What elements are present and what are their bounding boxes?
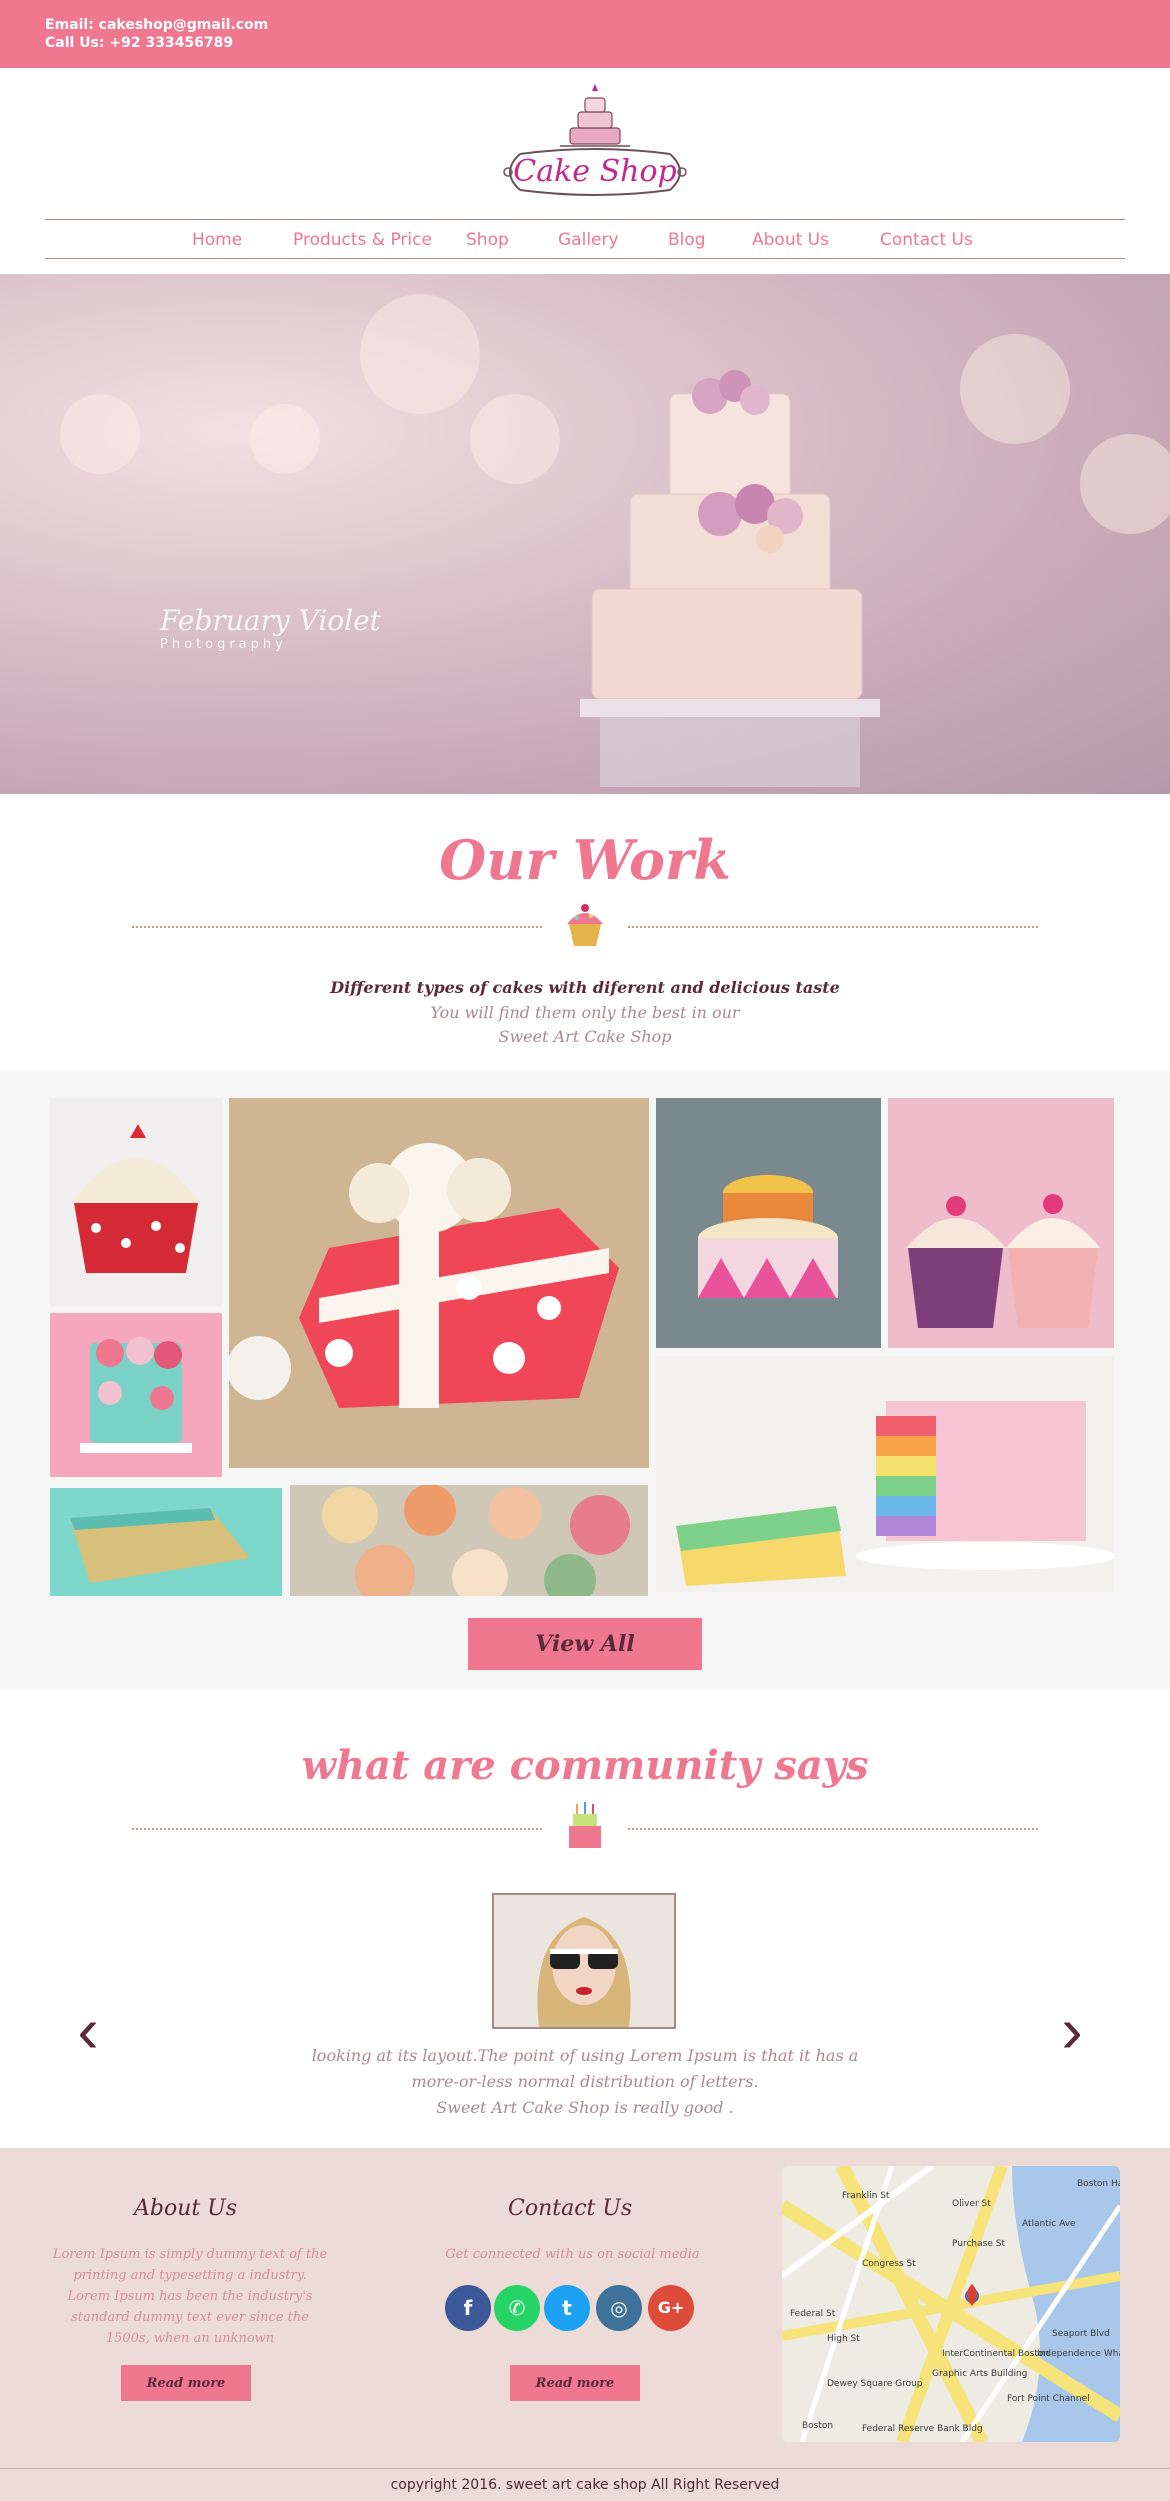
map-label: InterContinental Boston xyxy=(942,2349,1049,2359)
map-label: Fort Point Channel xyxy=(1007,2394,1090,2404)
our-work-divider-right xyxy=(628,926,1038,928)
view-all-button[interactable]: View All xyxy=(468,1618,702,1670)
map-label: Oliver St xyxy=(952,2199,991,2209)
map-label: Graphic Arts Building xyxy=(932,2369,1027,2379)
gallery-mint-cake[interactable] xyxy=(50,1488,282,1596)
facebook-icon[interactable]: f xyxy=(445,2285,491,2331)
community-divider-left xyxy=(132,1828,542,1830)
nav-item-about-us[interactable]: About Us xyxy=(752,230,829,250)
cupcake-icon xyxy=(567,904,603,946)
main-nav: Home Products & Price Shop Gallery Blog … xyxy=(45,220,1125,258)
nav-item-blog[interactable]: Blog xyxy=(668,230,706,250)
location-map[interactable]: Franklin St Congress St Federal St High … xyxy=(782,2166,1120,2442)
footer-contact-title: Contact Us xyxy=(508,2196,633,2221)
gallery-rainbow-cake[interactable] xyxy=(656,1356,1114,1592)
footer-about-text: Lorem Ipsum is simply dummy text of the … xyxy=(52,2247,328,2346)
map-label: Federal Reserve Bank Bldg xyxy=(862,2424,983,2434)
nav-item-products-price[interactable]: Products & Price xyxy=(293,230,432,250)
watermark-name: February Violet xyxy=(160,604,381,637)
google-plus-icon[interactable]: G+ xyxy=(648,2285,694,2331)
map-label: Seaport Blvd xyxy=(1052,2329,1110,2339)
twitter-icon[interactable]: t xyxy=(544,2285,590,2331)
footer-contact-text: Get connected with us on social media xyxy=(445,2247,700,2262)
cake-logo-icon xyxy=(503,84,687,196)
top-contact-bar: Email: cakeshop@gmail.com Call Us: +92 3… xyxy=(0,0,1170,68)
map-label: High St xyxy=(827,2334,860,2344)
our-work-line2: You will find them only the best in our xyxy=(430,1003,740,1022)
contact-read-more-button[interactable]: Read more xyxy=(510,2365,640,2401)
instagram-icon[interactable]: ◎ xyxy=(596,2285,642,2331)
contact-phone[interactable]: Call Us: +92 333456789 xyxy=(45,35,233,51)
wedding-cake-image xyxy=(580,370,880,787)
map-label: Federal St xyxy=(790,2309,836,2319)
contact-email[interactable]: Email: cakeshop@gmail.com xyxy=(45,17,268,33)
birthday-cake-icon xyxy=(569,1802,601,1848)
map-label: Boston Harbor Hotel xyxy=(1077,2179,1120,2189)
site-logo[interactable]: Cake Shop xyxy=(490,72,700,212)
our-work-divider-left xyxy=(132,926,542,928)
nav-item-home[interactable]: Home xyxy=(192,230,242,250)
gallery-purple-cupcakes[interactable] xyxy=(888,1098,1114,1348)
testimonial-line1: looking at its layout.The point of using… xyxy=(311,2046,859,2065)
testimonial-line3: Sweet Art Cake Shop is really good . xyxy=(436,2098,734,2117)
map-label: Boston xyxy=(802,2421,833,2431)
gallery-whimsical-cake[interactable] xyxy=(656,1098,881,1348)
hero-banner: February Violet Photography xyxy=(0,274,1170,794)
nav-item-shop[interactable]: Shop xyxy=(466,230,509,250)
gallery-section xyxy=(0,1070,1170,1690)
community-title: what are community says xyxy=(301,1742,869,1789)
gallery-gift-cake[interactable] xyxy=(229,1098,649,1468)
gallery-cupcake-red[interactable] xyxy=(50,1098,222,1306)
testimonial-avatar xyxy=(492,1893,676,2029)
our-work-line1: Different types of cakes with diferent a… xyxy=(330,978,840,997)
nav-item-gallery[interactable]: Gallery xyxy=(558,230,619,250)
our-work-line3: Sweet Art Cake Shop xyxy=(498,1027,672,1046)
testimonial-line2: more-or-less normal distribution of lett… xyxy=(411,2072,759,2091)
copyright-bar: copyright 2016. sweet art cake shop All … xyxy=(0,2468,1170,2501)
footer-about-title: About Us xyxy=(134,2196,238,2221)
community-divider-right xyxy=(628,1828,1038,1830)
gallery-floral-cupcakes[interactable] xyxy=(290,1485,648,1596)
nav-item-contact-us[interactable]: Contact Us xyxy=(880,230,973,250)
map-label: Congress St xyxy=(862,2259,916,2269)
gallery-rose-cake[interactable] xyxy=(50,1313,222,1477)
photographer-watermark: February Violet Photography xyxy=(160,604,381,652)
whatsapp-icon[interactable]: ✆ xyxy=(494,2285,540,2331)
map-label: Atlantic Ave xyxy=(1022,2219,1076,2229)
logo-text: Cake Shop xyxy=(513,154,677,189)
map-label: Purchase St xyxy=(952,2239,1005,2249)
map-label: Franklin St xyxy=(842,2191,890,2201)
map-label: Independence Wharf xyxy=(1037,2349,1120,2359)
watermark-sub: Photography xyxy=(160,637,287,652)
map-label: Dewey Square Group xyxy=(827,2379,923,2389)
about-read-more-button[interactable]: Read more xyxy=(121,2365,251,2401)
our-work-title: Our Work xyxy=(439,828,731,892)
nav-divider-bottom xyxy=(45,258,1125,259)
